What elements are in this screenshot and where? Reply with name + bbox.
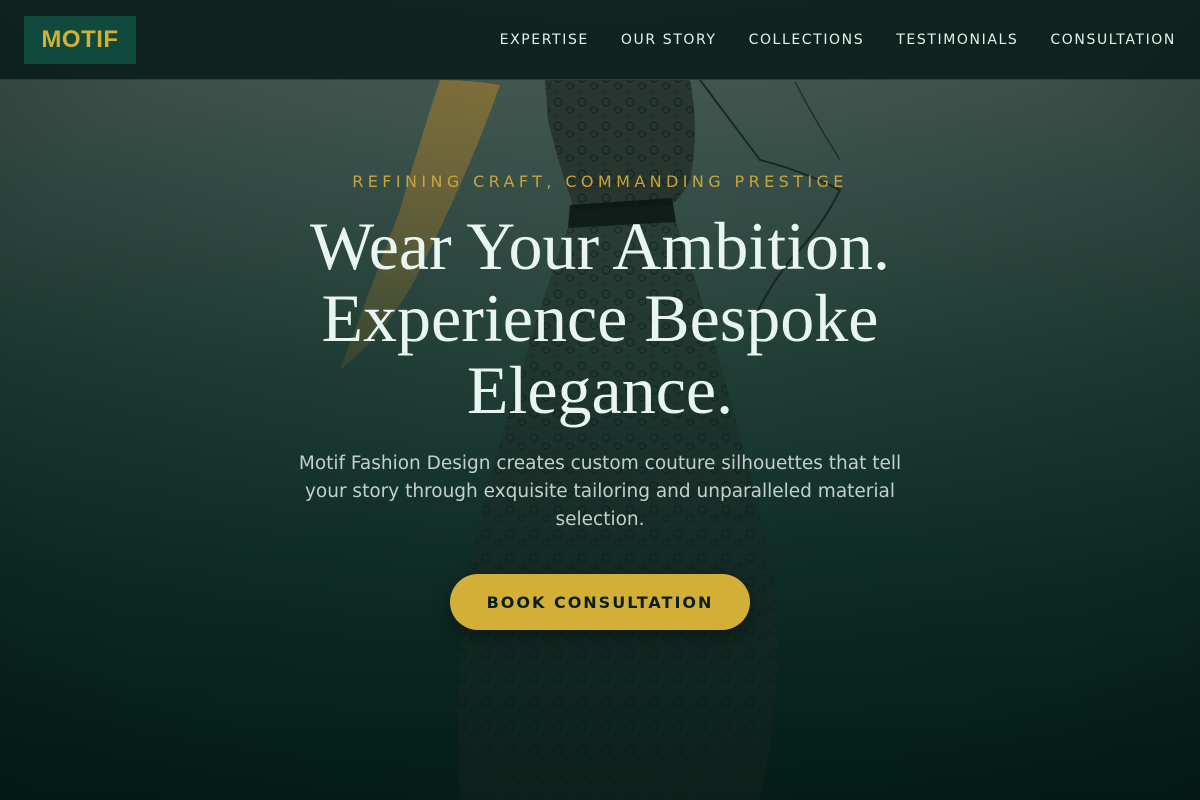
nav-link-testimonials[interactable]: TESTIMONIALS bbox=[896, 32, 1018, 48]
headline-line: Elegance. bbox=[466, 352, 734, 428]
hero-tagline: REFINING CRAFT, COMMANDING PRESTIGE bbox=[352, 172, 848, 191]
book-consultation-button[interactable]: BOOK CONSULTATION bbox=[450, 574, 750, 630]
top-navbar: MOTIF EXPERTISE OUR STORY COLLECTIONS TE… bbox=[0, 0, 1200, 80]
nav-link-collections[interactable]: COLLECTIONS bbox=[749, 32, 865, 48]
headline-line: Experience Bespoke bbox=[321, 280, 879, 356]
nav-link-consultation[interactable]: CONSULTATION bbox=[1050, 32, 1176, 48]
headline-line: Wear Your Ambition. bbox=[309, 208, 891, 284]
description-line: selection. bbox=[555, 509, 645, 530]
nav-link-expertise[interactable]: EXPERTISE bbox=[500, 32, 589, 48]
hero-headline: Wear Your Ambition. Experience Bespoke E… bbox=[230, 210, 970, 426]
description-line: Motif Fashion Design creates custom cout… bbox=[298, 453, 902, 474]
motif-logo[interactable]: MOTIF bbox=[24, 16, 136, 64]
hero-description: Motif Fashion Design creates custom cout… bbox=[260, 450, 940, 534]
hero-content: REFINING CRAFT, COMMANDING PRESTIGE Wear… bbox=[0, 0, 1200, 800]
nav-links: EXPERTISE OUR STORY COLLECTIONS TESTIMON… bbox=[500, 0, 1176, 80]
nav-link-our-story[interactable]: OUR STORY bbox=[621, 32, 717, 48]
description-line: your story through exquisite tailoring a… bbox=[304, 481, 896, 502]
